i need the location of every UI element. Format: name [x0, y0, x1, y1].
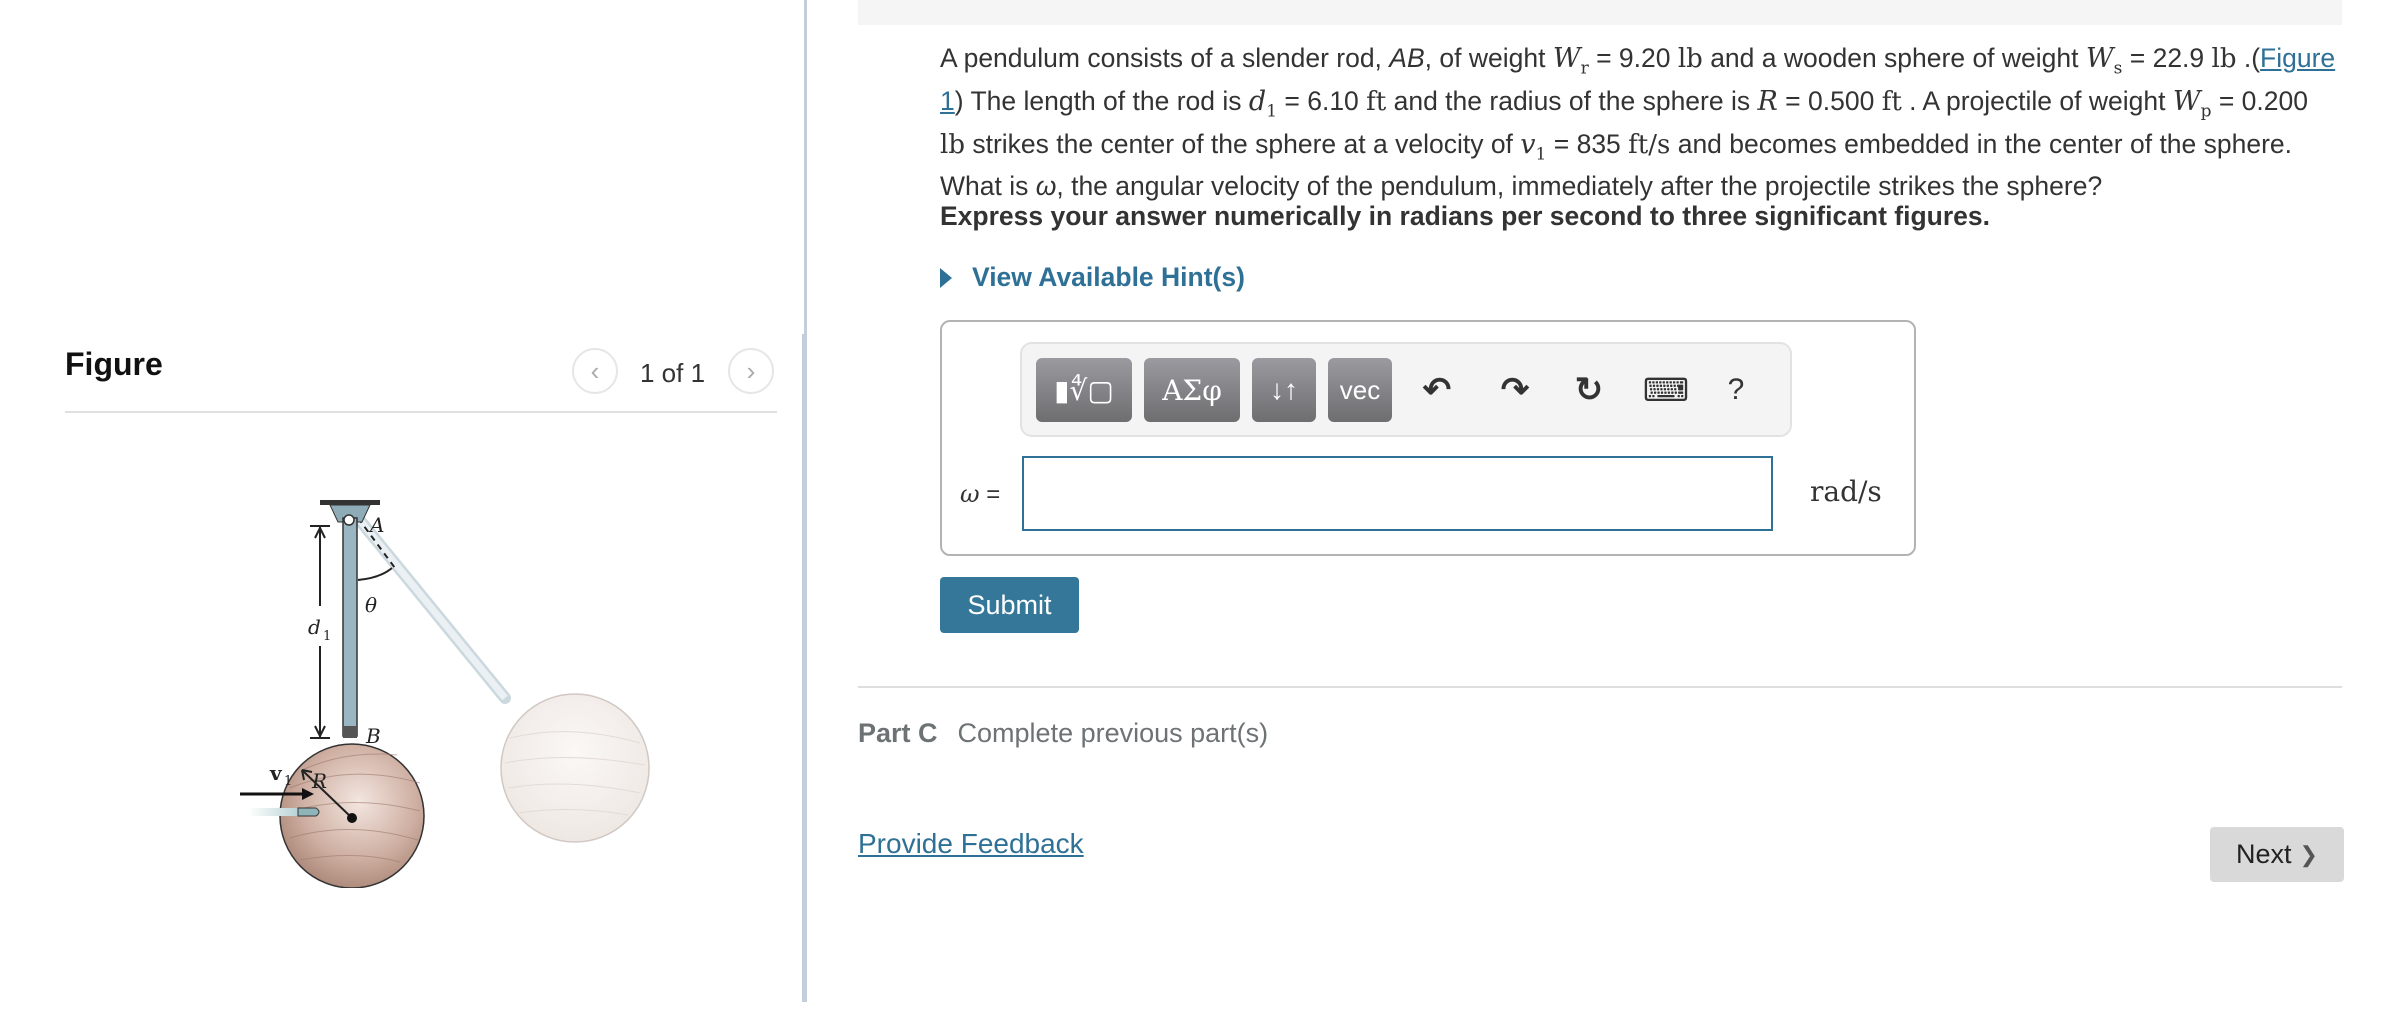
projectile — [297, 807, 320, 817]
figure-title: Figure — [65, 346, 163, 382]
vec-label: vec — [1339, 374, 1381, 405]
label-r: R — [311, 769, 327, 793]
figure-pager: 1 of 1 — [640, 358, 706, 388]
keyboard-button[interactable]: ⌨ — [1638, 358, 1694, 422]
label-d1: d — [308, 615, 321, 639]
help-button[interactable]: ? — [1716, 358, 1756, 422]
templates-icon: ▮∜▢ — [1054, 373, 1114, 407]
chevron-right-icon: ❯ — [2299, 841, 2318, 867]
reset-button[interactable]: ↻ — [1564, 358, 1614, 422]
label-theta: θ — [365, 593, 377, 617]
reset-icon: ↻ — [1574, 371, 1604, 409]
caret-right-icon — [940, 267, 952, 288]
label-d1-sub: 1 — [323, 629, 331, 644]
view-hints-toggle[interactable]: View Available Hint(s) — [940, 262, 1245, 293]
chevron-left-icon: ‹ — [590, 355, 600, 386]
answer-instructions: Express your answer numerically in radia… — [940, 201, 1991, 231]
undo-icon: ↶ — [1422, 371, 1452, 409]
figure-next-button[interactable]: › — [728, 348, 774, 394]
part-c-label: Part C — [858, 718, 938, 748]
pendulum-figure: A B θ d 1 R v 1 — [240, 500, 650, 888]
greek-icon: ΑΣφ — [1162, 373, 1222, 407]
greek-symbols-button[interactable]: ΑΣφ — [1144, 358, 1240, 422]
templates-button[interactable]: ▮∜▢ — [1036, 358, 1132, 422]
figure-prev-button[interactable]: ‹ — [572, 348, 618, 394]
chevron-right-icon: › — [746, 355, 756, 386]
redo-button[interactable]: ↷ — [1490, 358, 1540, 422]
redo-icon: ↷ — [1500, 371, 1530, 409]
answer-variable-label: ω = — [960, 480, 1001, 508]
part-c-status: Complete previous part(s) — [957, 718, 1269, 748]
hint-label: View Available Hint(s) — [972, 262, 1245, 292]
part-c-header: Part C Complete previous part(s) — [858, 718, 1268, 749]
label-b: B — [365, 724, 381, 748]
help-icon: ? — [1727, 373, 1745, 406]
undo-button[interactable]: ↶ — [1412, 358, 1462, 422]
answer-unit: rad/s — [1810, 475, 1882, 508]
ceiling-support — [320, 500, 380, 505]
question-text: A pendulum consists of a slender rod, AB… — [940, 43, 2336, 202]
vector-button[interactable]: vec — [1328, 358, 1392, 422]
submit-button[interactable]: Submit — [940, 577, 1079, 633]
figure-divider — [65, 411, 777, 413]
rod-ab — [342, 517, 358, 737]
label-v1: v — [269, 761, 283, 785]
theta-arc — [357, 567, 393, 581]
top-bar — [858, 0, 2342, 25]
provide-feedback-link[interactable]: Provide Feedback — [858, 828, 1084, 860]
projectile-trail — [248, 808, 298, 816]
label-v1-sub: 1 — [284, 774, 292, 789]
arrows-button[interactable]: ↓↑ — [1252, 358, 1316, 422]
next-button[interactable]: Next ❯ — [2210, 827, 2344, 882]
next-label: Next — [2236, 839, 2292, 869]
part-divider — [858, 686, 2342, 688]
label-a: A — [368, 513, 384, 537]
answer-input[interactable] — [1022, 456, 1773, 531]
math-toolbar: ▮∜▢ ΑΣφ ↓↑ vec ↶ ↷ ↻ ⌨ ? — [1020, 342, 1792, 437]
pane-resize-handle[interactable] — [802, 334, 807, 1002]
keyboard-icon: ⌨ — [1642, 372, 1690, 408]
pane-divider — [804, 0, 807, 334]
arrows-icon: ↓↑ — [1270, 374, 1298, 405]
